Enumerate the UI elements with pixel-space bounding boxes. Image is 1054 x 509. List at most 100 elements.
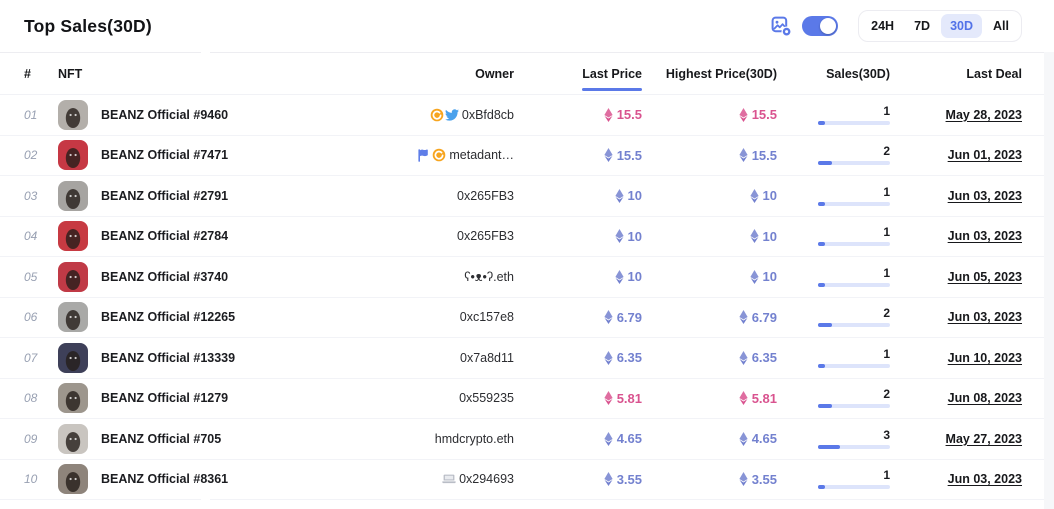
nft-name[interactable]: BEANZ Official #705 [101,432,221,446]
last-deal-date[interactable]: Jun 03, 2023 [890,229,1022,243]
last-deal-date[interactable]: May 27, 2023 [890,432,1022,446]
owner-cell[interactable]: hmdcrypto.eth [354,432,514,446]
nft-cell: BEANZ Official #3740 [58,262,354,292]
owner-name[interactable]: hmdcrypto.eth [435,432,514,446]
table-row[interactable]: 09 BEANZ Official #705 hmdcrypto.eth 4.6… [0,419,1054,460]
last-deal-date[interactable]: Jun 10, 2023 [890,351,1022,365]
last-deal-date[interactable]: Jun 05, 2023 [890,270,1022,284]
owner-name[interactable]: metadant… [449,148,514,162]
col-last-deal[interactable]: Last Deal [890,67,1022,81]
col-sales[interactable]: Sales(30D) [777,67,890,81]
nft-name[interactable]: BEANZ Official #7471 [101,148,228,162]
table-row[interactable]: 07 BEANZ Official #13339 0x7a8d11 6.35 6… [0,338,1054,379]
filter-30d[interactable]: 30D [941,14,982,38]
rank: 01 [24,108,58,122]
owner-name[interactable]: 0xc157e8 [460,310,514,324]
last-deal-date[interactable]: Jun 01, 2023 [890,148,1022,162]
last-price-value: 3.55 [617,472,642,487]
highest-price-value: 15.5 [752,107,777,122]
nft-name[interactable]: BEANZ Official #8361 [101,472,228,486]
nft-avatar[interactable] [58,383,88,413]
bean-character-icon [62,225,84,251]
nft-image-icon[interactable] [771,16,792,37]
owner-cell[interactable]: 0x265FB3 [354,229,514,243]
owner-name[interactable]: 0xBfd8cb [462,108,514,122]
sales-count: 2 [883,307,890,319]
nft-avatar[interactable] [58,464,88,494]
eth-icon [750,229,759,243]
last-deal-date[interactable]: Jun 08, 2023 [890,391,1022,405]
nft-avatar[interactable] [58,221,88,251]
col-owner[interactable]: Owner [354,67,514,81]
rank: 05 [24,270,58,284]
last-deal-date[interactable]: Jun 03, 2023 [890,310,1022,324]
nft-avatar[interactable] [58,262,88,292]
nft-cell: BEANZ Official #9460 [58,100,354,130]
col-highest-price[interactable]: Highest Price(30D) [642,67,777,81]
owner-icons [430,108,459,122]
owner-name[interactable]: 0x7a8d11 [460,351,514,365]
sales-bar-fill [818,202,825,206]
table-row[interactable]: 03 BEANZ Official #2791 0x265FB3 10 10 1… [0,176,1054,217]
owner-cell[interactable]: 0xc157e8 [354,310,514,324]
table-row[interactable]: 01 BEANZ Official #9460 0xBfd8cb 15.5 15… [0,95,1054,136]
nft-name[interactable]: BEANZ Official #1279 [101,391,228,405]
nft-name[interactable]: BEANZ Official #9460 [101,108,228,122]
image-display-toggle[interactable] [802,16,838,36]
table-row[interactable]: 04 BEANZ Official #2784 0x265FB3 10 10 1… [0,217,1054,258]
time-range-filter: 24H7D30DAll [858,10,1022,42]
nft-name[interactable]: BEANZ Official #3740 [101,270,228,284]
last-deal-date[interactable]: Jun 03, 2023 [890,472,1022,486]
owner-cell[interactable]: 0xBfd8cb [354,108,514,122]
col-nft[interactable]: NFT [58,67,354,81]
sales-cell: 1 [777,348,890,368]
owner-cell[interactable]: 0x7a8d11 [354,351,514,365]
bean-character-icon [62,266,84,292]
sales-cell: 1 [777,186,890,206]
table-row[interactable]: 08 BEANZ Official #1279 0x559235 5.81 5.… [0,379,1054,420]
bean-character-icon [62,306,84,332]
owner-name[interactable]: 0x559235 [459,391,514,405]
owner-cell[interactable]: 0x265FB3 [354,189,514,203]
owner-name[interactable]: ʕ•ᴥ•ʔ.eth [464,270,514,284]
col-rank[interactable]: # [24,67,58,81]
last-deal-date[interactable]: May 28, 2023 [890,108,1022,122]
table-row[interactable]: 06 BEANZ Official #12265 0xc157e8 6.79 6… [0,298,1054,339]
highest-price-value: 10 [763,269,777,284]
owner-name[interactable]: 0x265FB3 [457,229,514,243]
nft-avatar[interactable] [58,343,88,373]
panel-header: Top Sales(30D) 24H7D30DAll [0,0,1054,52]
filter-7d[interactable]: 7D [905,14,939,38]
sales-bar [818,323,890,327]
sales-bar [818,202,890,206]
table-row[interactable]: 10 BEANZ Official #8361 0x294693 3.55 3.… [0,460,1054,501]
nft-name[interactable]: BEANZ Official #2791 [101,189,228,203]
owner-name[interactable]: 0x265FB3 [457,189,514,203]
filter-all[interactable]: All [984,14,1018,38]
last-price-cell: 15.5 [514,107,642,122]
owner-cell[interactable]: 0x559235 [354,391,514,405]
nft-avatar[interactable] [58,302,88,332]
eth-icon [615,189,624,203]
nft-avatar[interactable] [58,424,88,454]
nft-name[interactable]: BEANZ Official #12265 [101,310,235,324]
last-price-cell: 4.65 [514,431,642,446]
owner-cell[interactable]: metadant… [354,148,514,162]
last-deal-date[interactable]: Jun 03, 2023 [890,189,1022,203]
filter-24h[interactable]: 24H [862,14,903,38]
owner-name[interactable]: 0x294693 [459,472,514,486]
nft-avatar[interactable] [58,100,88,130]
nft-avatar[interactable] [58,140,88,170]
owner-cell[interactable]: 0x294693 [354,472,514,486]
last-price-cell: 3.55 [514,472,642,487]
col-last-price[interactable]: Last Price [514,67,642,81]
sales-bar-fill [818,364,825,368]
table-row[interactable]: 02 BEANZ Official #7471 metadant… 15.5 1… [0,136,1054,177]
owner-cell[interactable]: ʕ•ᴥ•ʔ.eth [354,270,514,284]
nft-name[interactable]: BEANZ Official #13339 [101,351,235,365]
sales-count: 1 [883,348,890,360]
sorted-column-label[interactable]: Last Price [582,67,642,81]
nft-avatar[interactable] [58,181,88,211]
nft-name[interactable]: BEANZ Official #2784 [101,229,228,243]
table-row[interactable]: 05 BEANZ Official #3740 ʕ•ᴥ•ʔ.eth 10 10 … [0,257,1054,298]
